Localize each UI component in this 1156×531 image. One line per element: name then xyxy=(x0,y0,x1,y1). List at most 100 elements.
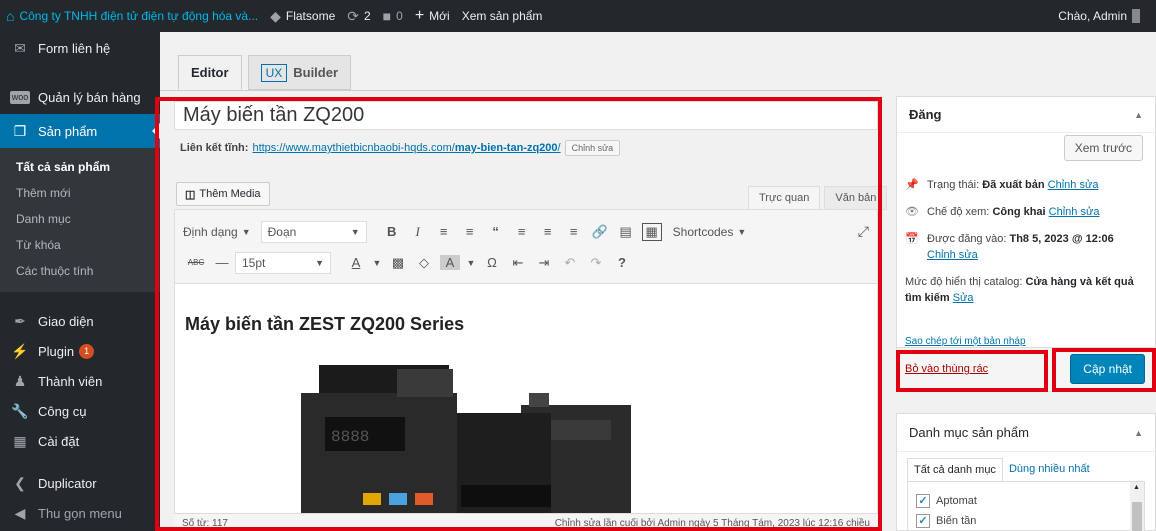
menu-label: Công cụ xyxy=(38,403,87,419)
menu-cong-cu[interactable]: 🔧 Công cụ xyxy=(0,394,160,428)
edit-catalog-link[interactable]: Sửa xyxy=(953,292,974,304)
ux-logo: UX xyxy=(260,63,288,82)
categories-title: Danh mục sản phẩm xyxy=(909,425,1029,440)
flatsome-label: Flatsome xyxy=(285,9,336,23)
menu-duplicator[interactable]: ❮ Duplicator xyxy=(0,466,160,500)
tab-most-used[interactable]: Dùng nhiều nhất xyxy=(1002,458,1096,481)
collapse-icon: ◀ xyxy=(14,504,26,521)
status-text: Trạng thái: Đã xuất bản Chỉnh sửa xyxy=(927,177,1098,193)
catalog-text: Mức độ hiển thị catalog: Cửa hàng và kết… xyxy=(905,274,1147,306)
view-product-link[interactable]: Xem sản phẩm xyxy=(456,0,549,32)
tab-all-categories[interactable]: Tất cả danh mục xyxy=(907,458,1003,481)
menu-cai-dat[interactable]: ▦ Cài đặt xyxy=(0,424,160,458)
menu-plugin[interactable]: ⚡ Plugin 1 xyxy=(0,334,160,368)
refresh-icon: ⟳ xyxy=(347,7,359,24)
copy-to-draft-link[interactable]: Sao chép tới một bản nháp xyxy=(905,336,1026,347)
menu-label: Thành viên xyxy=(38,373,103,389)
submenu-categories[interactable]: Danh mục xyxy=(0,206,160,232)
submenu-tags[interactable]: Từ khóa xyxy=(0,232,160,258)
eye-icon: 👁 xyxy=(905,206,919,218)
categories-panel-header[interactable]: Danh mục sản phẩm ▲ xyxy=(897,414,1155,452)
flatsome-menu[interactable]: ◆ Flatsome xyxy=(264,0,341,32)
date-value: Th8 5, 2023 @ 12:06 xyxy=(1009,233,1114,245)
catalog-label: Mức độ hiển thị catalog: xyxy=(905,276,1023,288)
highlight-editor xyxy=(155,97,882,531)
wrench-icon: 🔧 xyxy=(11,402,29,419)
menu-label: Sản phẩm xyxy=(38,123,98,139)
preview-button[interactable]: Xem trước xyxy=(1063,135,1143,161)
category-item[interactable]: ✓ Aptomat xyxy=(916,494,1136,508)
menu-collapse[interactable]: ◀ Thu gọn menu xyxy=(0,496,160,530)
visibility-label: Chế độ xem: xyxy=(927,206,990,218)
menu-label: Quản lý bán hàng xyxy=(38,89,141,105)
updates-count: 2 xyxy=(363,9,371,23)
menu-form-lien-he[interactable]: ✉ Form liên hệ xyxy=(0,32,160,64)
category-item[interactable]: ✓ Biến tần xyxy=(916,514,1136,528)
menu-quan-ly-ban-hang[interactable]: woo Quản lý bán hàng xyxy=(0,80,160,114)
edit-date-link[interactable]: Chỉnh sửa xyxy=(927,249,978,261)
publish-title: Đăng xyxy=(909,107,942,122)
visibility-value: Công khai xyxy=(992,206,1046,218)
brush-icon: ✒ xyxy=(14,312,26,329)
mail-icon: ✉ xyxy=(14,39,26,56)
status-row: 📌 Trạng thái: Đã xuất bản Chỉnh sửa xyxy=(897,177,1155,193)
date-row: 📅 Được đăng vào: Th8 5, 2023 @ 12:06 Chỉn… xyxy=(897,231,1155,263)
plus-icon: + xyxy=(414,7,425,24)
scroll-thumb[interactable] xyxy=(1132,502,1142,531)
avatar xyxy=(1132,9,1140,23)
status-label: Trạng thái: xyxy=(927,179,980,191)
menu-san-pham[interactable]: ❐ Sản phẩm xyxy=(0,114,160,148)
date-text: Được đăng vào: Th8 5, 2023 @ 12:06 Chỉnh … xyxy=(927,231,1114,263)
category-label: Aptomat xyxy=(936,495,977,507)
collapse-arrow-icon[interactable]: ▲ xyxy=(1134,110,1143,120)
admin-sidebar: ✉ Form liên hệ woo Quản lý bán hàng ❐ Sả… xyxy=(0,32,160,531)
user-icon: ♟ xyxy=(13,372,27,389)
product-submenu: Tất cả sản phẩm Thêm mới Danh mục Từ khó… xyxy=(0,148,160,292)
home-icon: ⌂ xyxy=(6,8,15,24)
comments-count: 0 xyxy=(396,9,403,23)
menu-label: Form liên hệ xyxy=(38,40,111,56)
menu-label: Plugin xyxy=(38,343,75,359)
date-label: Được đăng vào: xyxy=(927,233,1007,245)
site-name: Công ty TNHH điện tử điện tự động hóa và… xyxy=(19,9,259,23)
collapse-arrow-icon[interactable]: ▲ xyxy=(1134,428,1143,438)
tab-divider xyxy=(160,90,880,91)
flatsome-icon: ◆ xyxy=(270,7,281,24)
submenu-attributes[interactable]: Các thuộc tính xyxy=(0,258,160,284)
highlight-update xyxy=(1052,348,1156,392)
settings-icon: ▦ xyxy=(13,432,27,449)
menu-label: Giao diện xyxy=(38,313,94,329)
categories-panel: Danh mục sản phẩm ▲ Tất cả danh mục Dùng… xyxy=(896,413,1156,531)
submenu-all-products[interactable]: Tất cả sản phẩm xyxy=(0,154,160,180)
account-menu[interactable]: Chào, Admin xyxy=(1052,0,1146,32)
site-name-link[interactable]: ⌂ Công ty TNHH điện tử điện tự động hóa … xyxy=(0,0,264,32)
tab-ux-builder[interactable]: UX Builder xyxy=(247,55,352,90)
tab-editor[interactable]: Editor xyxy=(178,55,242,90)
builder-label: Builder xyxy=(293,65,339,80)
updates-link[interactable]: ⟳ 2 xyxy=(341,0,376,32)
catalog-row: Mức độ hiển thị catalog: Cửa hàng và kết… xyxy=(897,274,1155,306)
publish-panel-header[interactable]: Đăng ▲ xyxy=(897,97,1155,133)
edit-status-link[interactable]: Chỉnh sửa xyxy=(1048,179,1099,191)
checkbox-checked[interactable]: ✓ xyxy=(916,494,930,508)
plugin-icon: ⚡ xyxy=(11,342,29,359)
status-value: Đã xuất bản xyxy=(982,179,1045,191)
edit-visibility-link[interactable]: Chỉnh sửa xyxy=(1049,206,1100,218)
calendar-icon: 📅 xyxy=(905,233,919,245)
scroll-up-icon[interactable]: ▲ xyxy=(1133,484,1140,491)
new-content-link[interactable]: + Mới xyxy=(409,0,456,32)
greeting: Chào, Admin xyxy=(1058,9,1127,23)
menu-thanh-vien[interactable]: ♟ Thành viên xyxy=(0,364,160,398)
highlight-trash xyxy=(896,350,1048,392)
menu-label: Thu gọn menu xyxy=(38,505,122,521)
view-product-label: Xem sản phẩm xyxy=(461,9,543,23)
new-label: Mới xyxy=(429,9,450,23)
checkbox-checked[interactable]: ✓ xyxy=(916,514,930,528)
share-icon: ❮ xyxy=(14,474,26,491)
comments-link[interactable]: ■ 0 xyxy=(377,0,409,32)
menu-label: Duplicator xyxy=(38,475,97,491)
menu-giao-dien[interactable]: ✒ Giao diện xyxy=(0,304,160,338)
visibility-row: 👁 Chế độ xem: Công khai Chỉnh sửa xyxy=(897,204,1155,220)
submenu-add-new[interactable]: Thêm mới xyxy=(0,180,160,206)
category-scrollbar[interactable]: ▲ xyxy=(1130,482,1144,531)
